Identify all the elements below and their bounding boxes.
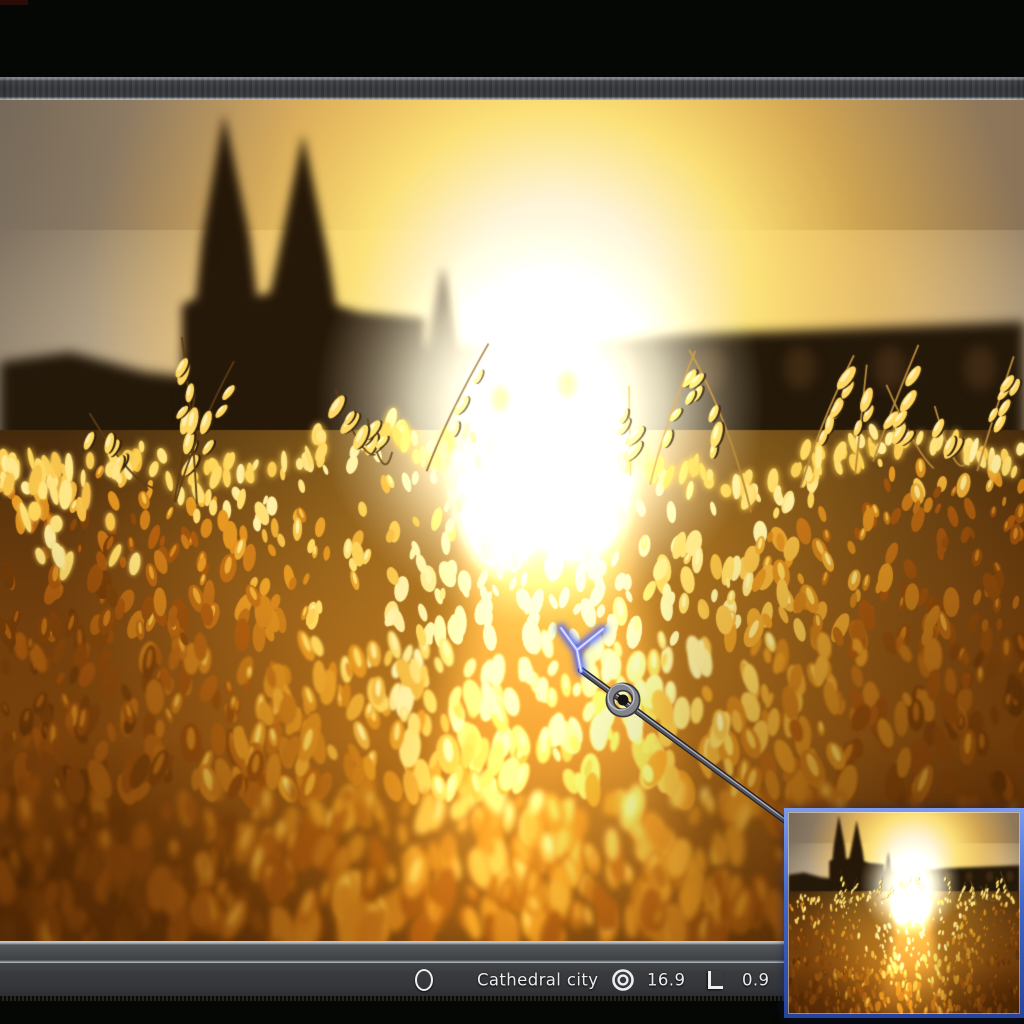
level-value: 0.9 (742, 970, 769, 989)
monitor-frame: Cathedral city 16.9 0.9 (0, 0, 1024, 1024)
anchor-ring-handle[interactable] (608, 684, 636, 713)
top-bezel (0, 77, 1024, 100)
circle-icon[interactable] (415, 969, 433, 991)
location-label: Cathedral city (477, 970, 598, 989)
top-left-red-mark (0, 0, 28, 5)
preview-thumbnail-window[interactable] (784, 808, 1024, 1018)
focus-target-icon[interactable] (611, 968, 635, 992)
ratio-value: 16.9 (647, 970, 685, 989)
crop-corner-icon[interactable] (708, 971, 723, 989)
preview-thumbnail-image (788, 812, 1020, 1014)
